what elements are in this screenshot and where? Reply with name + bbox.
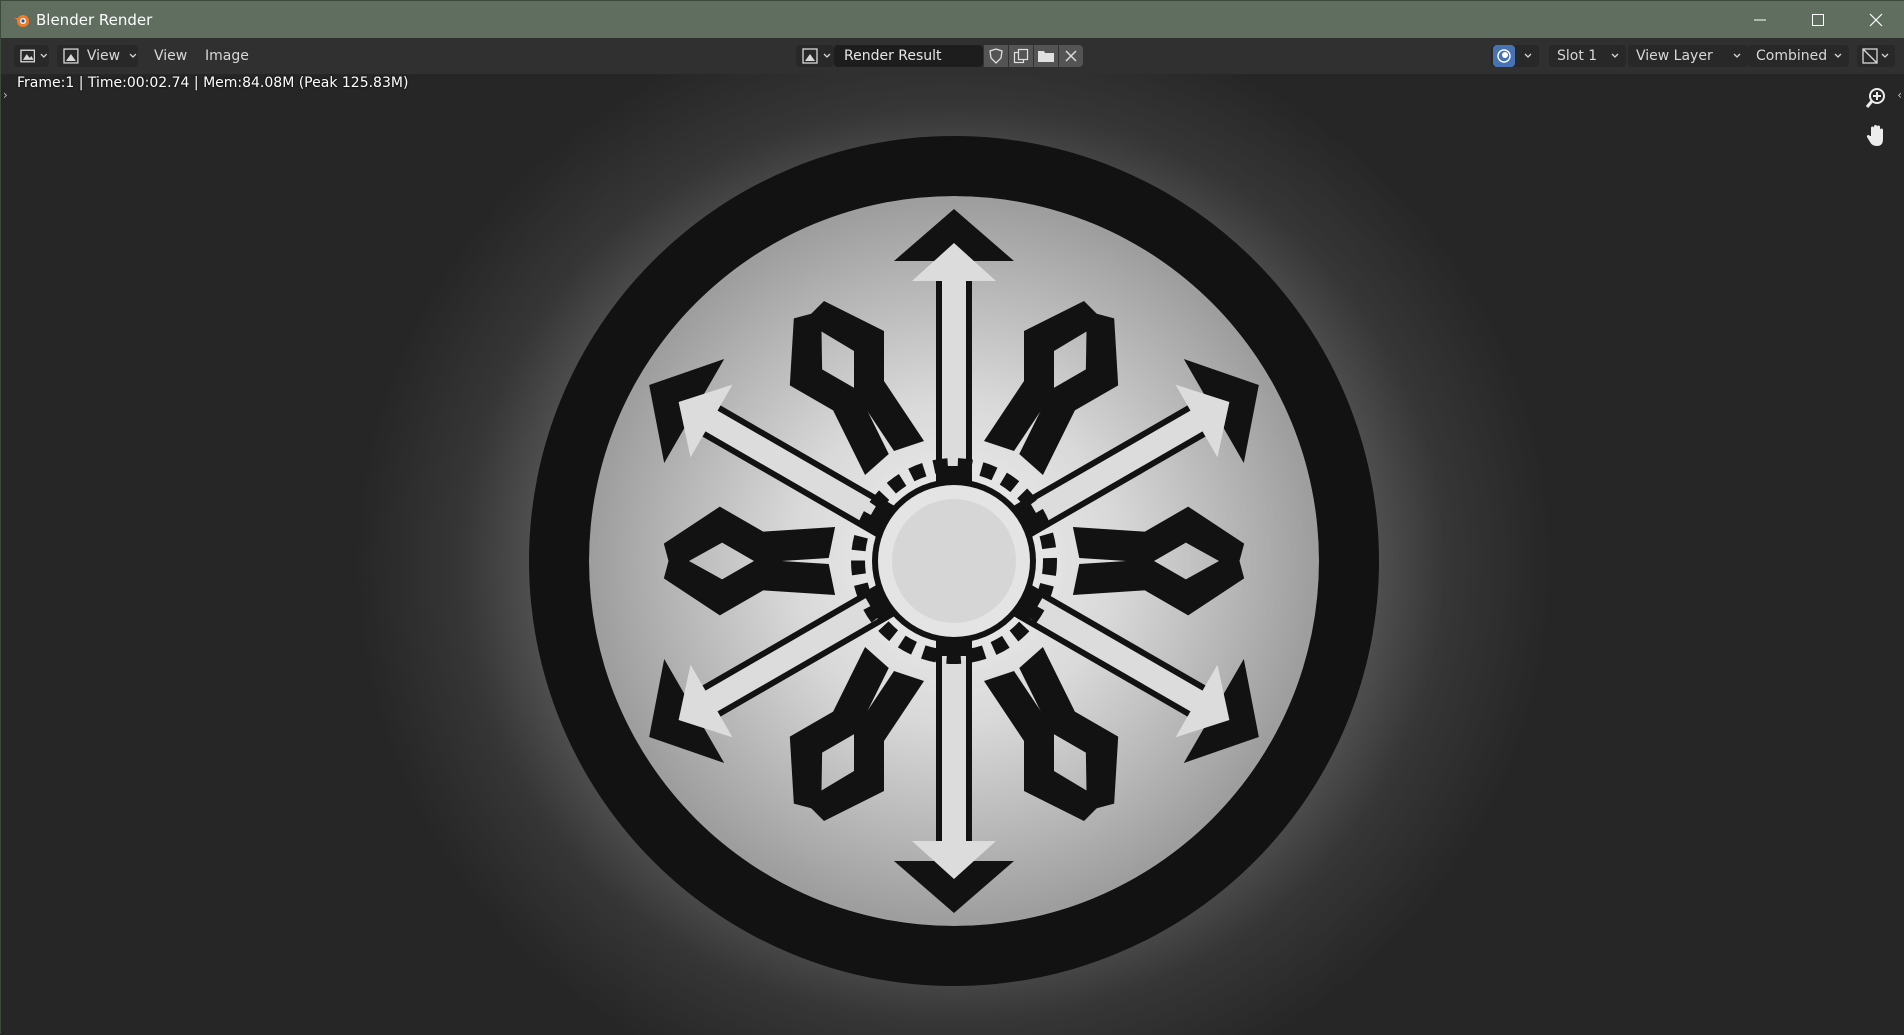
new-image-button[interactable]: [1009, 45, 1033, 67]
editor-type-selector[interactable]: [14, 45, 49, 67]
maximize-button[interactable]: [1789, 1, 1847, 38]
chevron-down-icon: [1611, 53, 1619, 58]
sample-tool-selector[interactable]: [1857, 45, 1895, 67]
close-icon: [1869, 13, 1883, 26]
title-bar: Blender Render: [1, 1, 1904, 38]
render-result-image: [529, 136, 1379, 986]
display-channels-icon: [1493, 45, 1515, 67]
chevron-down-icon: [129, 53, 137, 58]
zoom-icon[interactable]: [1862, 84, 1890, 112]
slot-label: Slot 1: [1557, 48, 1598, 64]
minimize-icon: [1754, 19, 1766, 20]
pass-selector[interactable]: Combined: [1748, 45, 1849, 67]
image-viewport[interactable]: Frame:1 | Time:00:02.74 | Mem:84.08M (Pe…: [1, 74, 1904, 1035]
chevron-down-icon: [1881, 53, 1889, 58]
sidebar-expand-icon[interactable]: ‹: [1897, 88, 1902, 102]
duplicate-icon: [1013, 48, 1029, 64]
view-mode-label: View: [86, 48, 121, 64]
display-channels-selector[interactable]: [1491, 45, 1539, 67]
window-title: Blender Render: [36, 10, 153, 29]
toolbar-expand-icon[interactable]: ›: [3, 88, 8, 102]
image-editor-header: View View Image Render Result Slot 1 Vie…: [1, 38, 1904, 74]
render-stats: Frame:1 | Time:00:02.74 | Mem:84.08M (Pe…: [17, 75, 409, 91]
window-controls: [1731, 1, 1904, 38]
sample-icon: [1862, 48, 1878, 64]
open-image-button[interactable]: [1034, 45, 1058, 67]
image-icon: [63, 48, 79, 64]
menu-image[interactable]: Image: [205, 45, 249, 67]
shield-icon: [989, 48, 1003, 64]
chevron-down-icon: [823, 53, 831, 58]
view-layer-selector[interactable]: View Layer: [1628, 45, 1748, 67]
slot-selector[interactable]: Slot 1: [1549, 45, 1626, 67]
minimize-button[interactable]: [1731, 1, 1789, 38]
maximize-icon: [1812, 13, 1824, 26]
close-icon: [1065, 50, 1077, 62]
browse-image-button[interactable]: [796, 45, 834, 67]
image-editor-icon: [20, 49, 36, 63]
image-name-field[interactable]: Render Result: [834, 45, 983, 67]
image-browse-icon: [802, 48, 818, 64]
menu-view[interactable]: View: [154, 45, 187, 67]
chevron-down-icon: [1733, 53, 1741, 58]
fake-user-button[interactable]: [984, 45, 1008, 67]
unlink-image-button[interactable]: [1059, 45, 1083, 67]
view-mode-selector[interactable]: View: [57, 45, 138, 67]
blender-logo-icon: [12, 10, 32, 30]
chevron-down-icon: [1834, 53, 1842, 58]
close-button[interactable]: [1847, 1, 1904, 38]
pass-label: Combined: [1756, 48, 1828, 64]
chevron-down-icon: [40, 53, 48, 58]
folder-icon: [1038, 51, 1054, 62]
chevron-down-icon: [1524, 53, 1532, 58]
blender-window: Blender Render View View Image Render Re…: [0, 0, 1904, 1035]
view-layer-label: View Layer: [1636, 48, 1713, 64]
pan-hand-icon[interactable]: [1862, 122, 1890, 150]
